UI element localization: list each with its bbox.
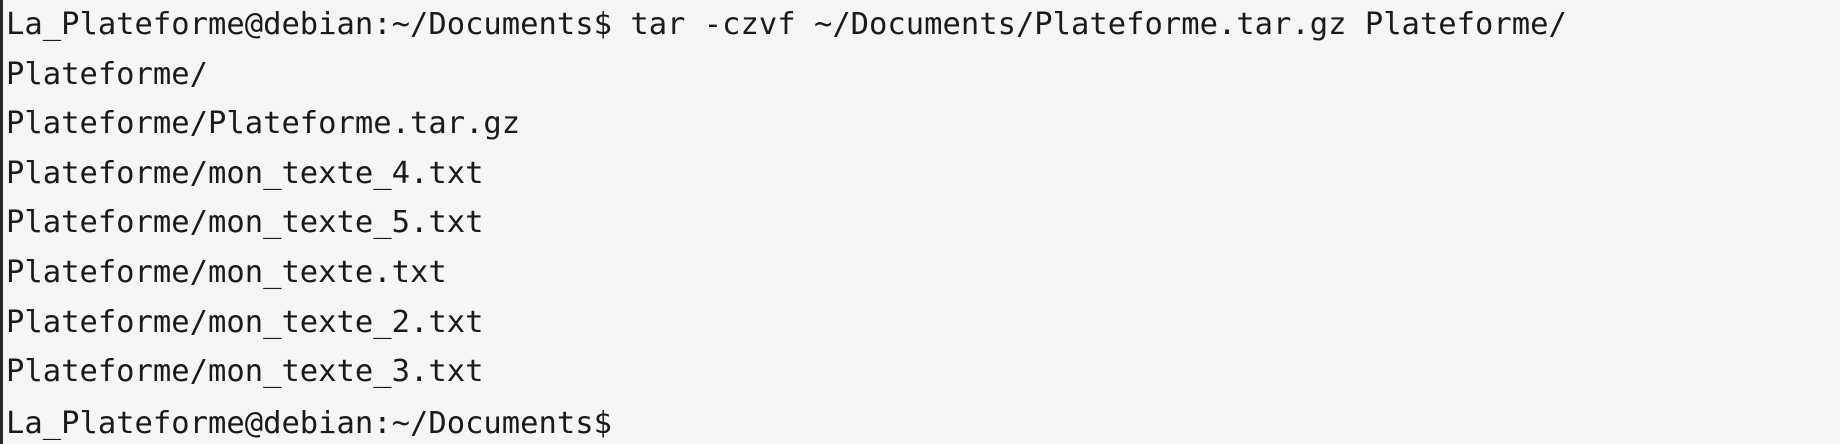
command-line: La_Plateforme@debian:~/Documents$ tar -c… [6,2,1840,52]
terminal-window[interactable]: La_Plateforme@debian:~/Documents$ tar -c… [0,0,1840,444]
shell-prompt: La_Plateforme@debian:~/Documents$ [6,7,612,42]
command-text: tar -czvf ~/Documents/Plateforme.tar.gz … [611,7,1567,42]
text-cursor [614,404,618,444]
output-line: Plateforme/mon_texte_2.txt [6,304,484,340]
shell-prompt: La_Plateforme@debian:~/Documents$ [6,405,612,441]
output-line: Plateforme/mon_texte_5.txt [6,205,484,241]
input-line[interactable]: La_Plateforme@debian:~/Documents$ [6,399,1840,444]
output-line: Plateforme/Plateforme.tar.gz [6,106,521,142]
output-line: Plateforme/mon_texte_4.txt [6,155,484,191]
output-line: Plateforme/ [6,56,208,92]
output-line: Plateforme/mon_texte_3.txt [6,354,484,390]
output-line: Plateforme/mon_texte.txt [6,254,447,290]
